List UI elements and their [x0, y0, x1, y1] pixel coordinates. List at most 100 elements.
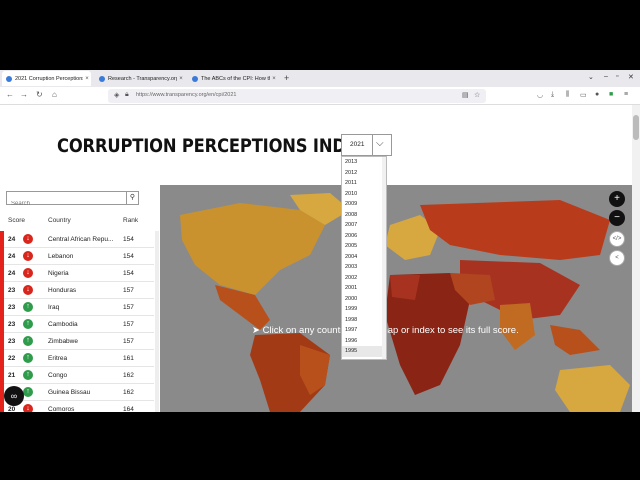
year-option[interactable]: 2002	[342, 273, 386, 284]
home-icon[interactable]: ⌂	[52, 90, 57, 99]
year-option[interactable]: 2006	[342, 231, 386, 242]
region-southeast-asia[interactable]	[550, 325, 600, 355]
year-option[interactable]: 2010	[342, 189, 386, 200]
year-option[interactable]: 2005	[342, 241, 386, 252]
year-option[interactable]: 2003	[342, 262, 386, 273]
search-icon[interactable]: ⚲	[126, 191, 139, 205]
year-option[interactable]: 2008	[342, 210, 386, 221]
shield-icon[interactable]: ◈	[114, 91, 119, 99]
year-option[interactable]: 2007	[342, 220, 386, 231]
reader-view-icon[interactable]: ▤	[462, 91, 469, 99]
tab-cpi-2021[interactable]: 2021 Corruption Perceptions In ×	[2, 71, 91, 86]
reload-icon[interactable]: ↻	[36, 90, 43, 99]
region-north-america[interactable]	[180, 203, 325, 295]
scrollbar-thumb[interactable]	[633, 115, 639, 140]
year-option[interactable]: 2004	[342, 252, 386, 263]
column-header-rank[interactable]: Rank	[123, 217, 138, 224]
browser-window: 2021 Corruption Perceptions In × Researc…	[0, 70, 640, 412]
favicon-icon	[6, 75, 12, 82]
table-row[interactable]: 23 ↑ Zimbabwe 157	[4, 333, 154, 350]
region-mexico[interactable]	[215, 285, 270, 330]
extension-icon[interactable]: ■	[609, 91, 613, 98]
chevron-down-icon[interactable]: ⌄	[588, 73, 594, 81]
library-icon[interactable]: ⫼	[566, 91, 569, 99]
maximize-icon[interactable]: ▫	[616, 73, 618, 80]
divider	[372, 135, 373, 155]
row-country: Eritrea	[48, 355, 68, 362]
region-australia[interactable]	[555, 365, 630, 412]
year-option[interactable]: 1998	[342, 315, 386, 326]
year-option[interactable]: 1999	[342, 304, 386, 315]
accessibility-icon[interactable]: ∞	[4, 386, 24, 406]
window-close-icon[interactable]: ✕	[628, 73, 634, 81]
column-header-country[interactable]: Country	[48, 217, 71, 224]
tab-research[interactable]: Research - Transparency.org ×	[95, 71, 185, 86]
row-score: 21	[8, 372, 16, 379]
close-icon[interactable]: ×	[270, 76, 278, 82]
panel-scrollbar[interactable]	[155, 231, 159, 412]
region-russia[interactable]	[420, 200, 610, 260]
menu-icon[interactable]: ≡	[624, 91, 628, 98]
year-option[interactable]: 2011	[342, 178, 386, 189]
row-rank: 154	[123, 253, 134, 260]
row-rank: 157	[123, 287, 134, 294]
account-icon[interactable]: ●	[595, 91, 599, 98]
region-north-africa[interactable]	[390, 275, 420, 300]
row-score: 23	[8, 287, 16, 294]
row-rank: 154	[123, 236, 134, 243]
page-title: CORRUPTION PERCEPTIONS INDEX	[57, 135, 370, 157]
row-country: Central African Repu...	[48, 236, 114, 243]
world-map-svg[interactable]	[160, 185, 632, 412]
table-row[interactable]: 23 ↓ Honduras 157	[4, 282, 154, 299]
table-row[interactable]: 24 ↓ Nigeria 154	[4, 265, 154, 282]
download-icon[interactable]: ⤓	[551, 91, 554, 99]
lock-icon[interactable]: 🔒︎	[125, 91, 129, 99]
forward-icon[interactable]: →	[20, 90, 28, 99]
table-row[interactable]: 23 ↑ Iraq 157	[4, 299, 154, 316]
embed-button[interactable]: </>	[609, 231, 625, 247]
world-map[interactable]: ➤ Click on any country on the map or ind…	[160, 185, 632, 412]
bookmark-star-icon[interactable]: ☆	[474, 91, 480, 99]
year-dropdown-list[interactable]: 2013 2012 2011 2010 2009 2008 2007 2006 2005 2004…	[341, 156, 387, 360]
year-option[interactable]: 1997	[342, 325, 386, 336]
country-list: 24 ↓ Central African Repu... 154 24 ↓ Lebanon 1…	[4, 231, 154, 412]
search-box[interactable]	[6, 191, 127, 210]
table-row[interactable]: 24 ↓ Lebanon 154	[4, 248, 154, 265]
zoom-in-button[interactable]: +	[609, 191, 625, 207]
tab-abcs[interactable]: The ABCs of the CPI: How the C ×	[188, 71, 278, 86]
zoom-out-button[interactable]: −	[609, 210, 625, 226]
table-row[interactable]: 20 ↓ Comoros 164	[4, 401, 154, 412]
arrow-down-icon: ↓	[23, 404, 33, 412]
table-row[interactable]: 21 ↑ Congo 162	[4, 367, 154, 384]
dropdown-scrollbar[interactable]	[382, 157, 386, 359]
year-option[interactable]: 2001	[342, 283, 386, 294]
year-option[interactable]: 2013	[342, 157, 386, 168]
close-icon[interactable]: ×	[83, 76, 91, 82]
close-icon[interactable]: ×	[177, 76, 185, 82]
year-select[interactable]: 2021 ⌵	[341, 134, 392, 156]
search-input[interactable]	[7, 198, 126, 210]
minimize-icon[interactable]: –	[604, 73, 608, 80]
year-option[interactable]: 2009	[342, 199, 386, 210]
url-text[interactable]: https://www.transparency.org/en/cpi/2021	[136, 92, 236, 98]
year-option[interactable]: 1996	[342, 336, 386, 347]
arrow-down-icon: ↓	[23, 285, 33, 295]
year-option[interactable]: 1995	[342, 346, 386, 357]
column-header-score[interactable]: Score	[8, 217, 25, 224]
back-icon[interactable]: ←	[6, 90, 14, 99]
sidebar-icon[interactable]: ▭	[580, 91, 587, 99]
year-option[interactable]: 2000	[342, 294, 386, 305]
table-row[interactable]: 24 ↓ Central African Repu... 154	[4, 231, 154, 248]
chevron-down-icon[interactable]: ⌵	[376, 138, 384, 149]
pocket-icon[interactable]: ◡	[537, 91, 543, 99]
arrow-up-icon: ↑	[23, 319, 33, 329]
new-tab-button[interactable]: +	[284, 73, 289, 83]
row-country: Guinea Bissau	[48, 389, 91, 396]
share-button[interactable]: <	[609, 250, 625, 266]
table-row[interactable]: 23 ↑ Cambodia 157	[4, 316, 154, 333]
year-option[interactable]: 2012	[342, 168, 386, 179]
table-row[interactable]: 21↑Guinea Bissau162	[4, 384, 154, 401]
address-bar[interactable]: ◈ 🔒︎ https://www.transparency.org/en/cpi…	[108, 89, 486, 103]
table-row[interactable]: 22 ↑ Eritrea 161	[4, 350, 154, 367]
page-scrollbar[interactable]	[632, 105, 640, 412]
